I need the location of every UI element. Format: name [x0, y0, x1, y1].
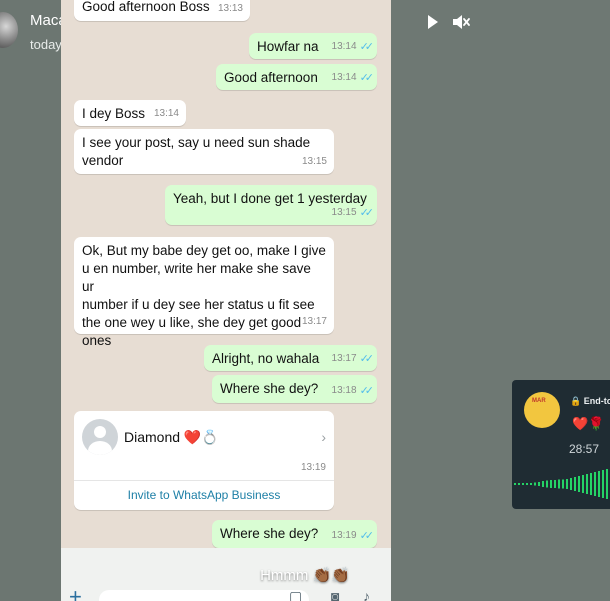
message-meta: 13:14 ✓✓ [331, 38, 375, 56]
waveform-bar [558, 479, 560, 489]
message-time: 13:14 [331, 41, 357, 52]
divider [74, 480, 334, 481]
waveform-bar [578, 476, 580, 492]
incoming-message[interactable]: Ok, But my babe dey get oo, make I give … [74, 237, 334, 348]
waveform-bar [566, 479, 568, 489]
message-time: 13:19 [331, 530, 357, 541]
message-meta: 13:18 ✓✓ [331, 382, 375, 400]
read-ticks-icon: ✓✓ [359, 385, 375, 397]
message-time: 13:17 [331, 353, 357, 364]
waveform-bar [546, 480, 548, 488]
waveform-bar [586, 474, 588, 494]
camera-icon[interactable]: ◙ [331, 588, 349, 601]
message-input[interactable] [99, 590, 309, 601]
waveform-bar [562, 479, 564, 489]
waveform-bar [594, 472, 596, 496]
waveform-bar [606, 469, 608, 499]
message-text: I see your post, say u need sun shade ve… [82, 135, 311, 168]
waveform-bar [526, 483, 528, 485]
outgoing-message[interactable]: Where she dey? 13:19 ✓✓ [212, 520, 377, 548]
waveform-bar [514, 483, 516, 485]
message-time: 13:17 [301, 316, 327, 327]
outgoing-message[interactable]: Where she dey? 13:18 ✓✓ [212, 375, 377, 403]
outgoing-message[interactable]: Howfar na 13:14 ✓✓ [249, 33, 377, 59]
message-time: 13:15 [301, 156, 327, 167]
waveform-bar [582, 475, 584, 493]
waveform-bar [542, 481, 544, 487]
incoming-message[interactable]: I see your post, say u need sun shade ve… [74, 129, 334, 174]
message-meta: 13:13 [218, 0, 243, 18]
audio-waveform [514, 469, 608, 499]
status-avatar: MAR [524, 392, 560, 428]
message-text: Ok, But my babe dey get oo, make I give … [82, 243, 326, 348]
waveform-bar [590, 473, 592, 495]
play-button[interactable] [423, 13, 441, 31]
chat-screenshot: Good afternoon Boss 13:13 Howfar na 13:14 ✓✓… [61, 0, 391, 601]
waveform-bar [554, 480, 556, 488]
backdrop-right [391, 0, 610, 601]
message-time: 13:15 [331, 207, 357, 218]
message-meta: 13:14 ✓✓ [331, 69, 375, 87]
mute-icon [453, 15, 470, 29]
audio-duration: 28:57 [569, 442, 600, 456]
logo-text: MAR [532, 398, 546, 404]
incoming-message[interactable]: Good afternoon Boss 13:13 [74, 0, 250, 21]
status-emojis: ❤️🌹 [572, 416, 605, 431]
message-meta: 13:14 [154, 105, 179, 123]
status-caption: Hmmm 👏🏾👏🏾 [260, 567, 350, 584]
outgoing-message[interactable]: Alright, no wahala 13:17 ✓✓ [204, 345, 377, 371]
waveform-bar [530, 483, 532, 485]
incoming-message[interactable]: I dey Boss 13:14 [74, 100, 186, 126]
read-ticks-icon: ✓✓ [359, 207, 375, 219]
contact-card[interactable]: Diamond ❤️💍 › 13:19 Invite to WhatsApp B… [74, 411, 334, 510]
mic-icon[interactable]: ♪ [363, 588, 381, 601]
message-meta: 13:15 ✓✓ [331, 204, 375, 222]
read-ticks-icon: ✓✓ [359, 530, 375, 542]
sticker-icon[interactable]: ▢ [289, 588, 307, 601]
read-ticks-icon: ✓✓ [359, 41, 375, 53]
message-meta: 13:17 [302, 313, 327, 331]
contact-card-name: Diamond ❤️💍 [124, 429, 219, 445]
mute-button[interactable] [451, 13, 470, 31]
invite-link[interactable]: Invite to WhatsApp Business [74, 488, 334, 502]
waveform-bar [550, 480, 552, 488]
read-ticks-icon: ✓✓ [359, 353, 375, 365]
message-time: 13:14 [153, 108, 179, 119]
next-status-card[interactable]: MAR 🔒 End-to ❤️🌹 28:57 [512, 380, 610, 509]
outgoing-message[interactable]: Good afternoon 13:14 ✓✓ [216, 64, 377, 90]
message-time: 13:14 [331, 72, 357, 83]
chevron-right-icon: › [321, 429, 326, 445]
waveform-bar [574, 477, 576, 491]
waveform-bar [534, 482, 536, 486]
outgoing-message[interactable]: Yeah, but I done get 1 yesterday 13:15 ✓✓ [165, 185, 377, 225]
waveform-bar [538, 482, 540, 486]
contact-card-time: 13:19 [300, 462, 326, 473]
message-meta: 13:17 ✓✓ [331, 350, 375, 368]
message-meta: 13:15 [302, 153, 327, 171]
message-time: 13:18 [331, 385, 357, 396]
waveform-bar [598, 471, 600, 497]
encryption-label: 🔒 End-to [570, 396, 610, 406]
waveform-bar [602, 470, 604, 498]
read-ticks-icon: ✓✓ [359, 72, 375, 84]
waveform-bar [518, 483, 520, 485]
contact-avatar-icon [82, 419, 118, 455]
message-time: 13:13 [217, 3, 243, 14]
message-meta: 13:19 ✓✓ [331, 527, 375, 545]
backdrop-left [0, 0, 61, 601]
waveform-bar [522, 483, 524, 485]
play-icon [428, 15, 438, 29]
plus-icon[interactable]: + [69, 584, 82, 601]
waveform-bar [570, 478, 572, 490]
